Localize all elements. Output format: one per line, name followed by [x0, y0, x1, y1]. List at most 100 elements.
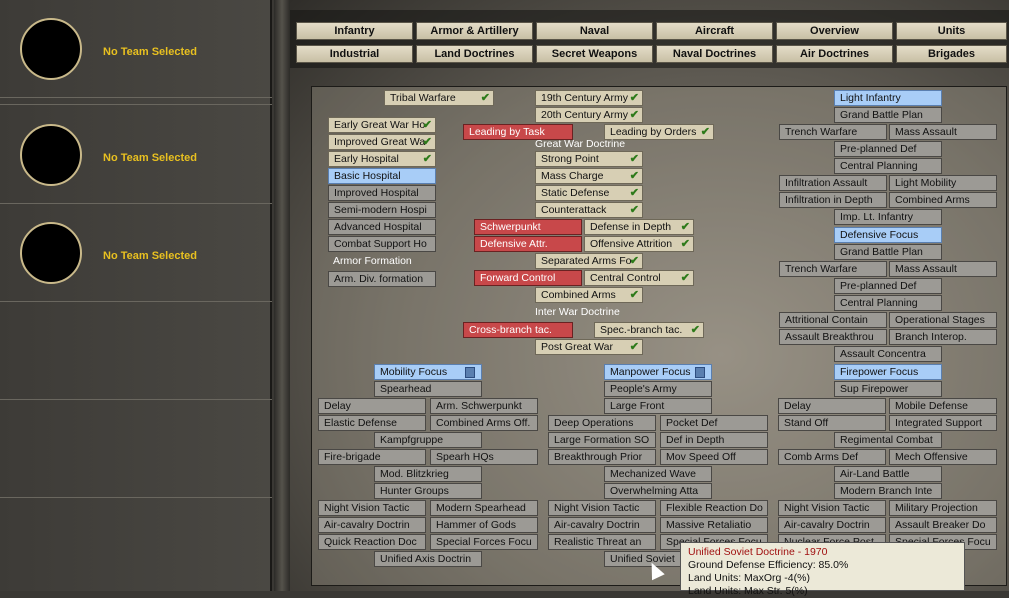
- tech-node-breakthrough[interactable]: Breakthrough Prior: [548, 449, 656, 465]
- tech-node-preplanned1[interactable]: Pre-planned Def: [834, 141, 942, 157]
- tech-node-overwhelm[interactable]: Overwhelming Atta: [604, 483, 712, 499]
- tech-node-fire-brigade[interactable]: Fire-brigade: [318, 449, 426, 465]
- tech-node-assault-break[interactable]: Assault Breakthrou: [779, 329, 887, 345]
- tech-node-mod-spear[interactable]: Modern Spearhead: [430, 500, 538, 516]
- tech-node-sf-focus1[interactable]: Special Forces Focu: [430, 534, 538, 550]
- tab-secret-weapons[interactable]: Secret Weapons: [536, 45, 653, 63]
- tech-node-mod-blitz[interactable]: Mod. Blitzkrieg: [374, 466, 482, 482]
- tab-brigades[interactable]: Brigades: [896, 45, 1007, 63]
- tab-armor-artillery[interactable]: Armor & Artillery: [416, 22, 533, 40]
- tech-node-mass-assault2[interactable]: Mass Assault: [889, 261, 997, 277]
- tech-node-c20[interactable]: 20th Century Army ✔: [535, 107, 643, 123]
- tab-units[interactable]: Units: [896, 22, 1007, 40]
- tech-node-nv-tactic1[interactable]: Night Vision Tactic: [318, 500, 426, 516]
- tech-node-central-ctrl[interactable]: Central Control ✔: [584, 270, 694, 286]
- tech-node-hammer[interactable]: Hammer of Gods: [430, 517, 538, 533]
- tech-node-mass-assault1[interactable]: Mass Assault: [889, 124, 997, 140]
- tech-node-nv-tactic2[interactable]: Night Vision Tactic: [548, 500, 656, 516]
- tech-node-mod-branch[interactable]: Modern Branch Inte: [834, 483, 942, 499]
- tech-node-integ-support[interactable]: Integrated Support: [889, 415, 997, 431]
- tech-node-def-depth2[interactable]: Def in Depth: [660, 432, 768, 448]
- tech-node-deep-ops[interactable]: Deep Operations: [548, 415, 656, 431]
- tech-node-def-depth[interactable]: Defense in Depth ✔: [584, 219, 694, 235]
- tech-node-spearhead[interactable]: Spearhead: [374, 381, 482, 397]
- tech-node-trench1[interactable]: Trench Warfare: [779, 124, 887, 140]
- tech-node-mobility-focus[interactable]: Mobility Focus: [374, 364, 482, 380]
- tab-air-doctrines[interactable]: Air Doctrines: [776, 45, 893, 63]
- tech-node-mass-charge[interactable]: Mass Charge ✔: [535, 168, 643, 184]
- tab-land-doctrines[interactable]: Land Doctrines: [416, 45, 533, 63]
- tech-node-gbp1[interactable]: Grand Battle Plan: [834, 107, 942, 123]
- tech-node-arm-schwer[interactable]: Arm. Schwerpunkt: [430, 398, 538, 414]
- tech-node-kampfgruppe[interactable]: Kampfgruppe: [374, 432, 482, 448]
- tech-node-realistic[interactable]: Realistic Threat an: [548, 534, 656, 550]
- tech-node-manpower-focus[interactable]: Manpower Focus: [604, 364, 712, 380]
- tech-node-firepower-focus[interactable]: Firepower Focus: [834, 364, 942, 380]
- tech-node-delay2[interactable]: Delay: [778, 398, 886, 414]
- tech-node-mech-off[interactable]: Mech Offensive: [889, 449, 997, 465]
- tech-node-massive-ret[interactable]: Massive Retaliatio: [660, 517, 768, 533]
- tech-node-strong-point[interactable]: Strong Point ✔: [535, 151, 643, 167]
- tab-aircraft[interactable]: Aircraft: [656, 22, 773, 40]
- tech-node-peoples-army[interactable]: People's Army: [604, 381, 712, 397]
- tech-node-assault-breaker[interactable]: Assault Breaker Do: [889, 517, 997, 533]
- tech-node-stand-off[interactable]: Stand Off: [778, 415, 886, 431]
- tab-overview[interactable]: Overview: [776, 22, 893, 40]
- tech-node-improved-hosp[interactable]: Improved Hospital: [328, 185, 436, 201]
- tech-node-combined-arms2[interactable]: Combined Arms: [889, 192, 997, 208]
- tech-node-early-hosp[interactable]: Early Hospital ✔: [328, 151, 436, 167]
- tech-node-light-mob[interactable]: Light Mobility: [889, 175, 997, 191]
- tech-node-attr-contain[interactable]: Attritional Contain: [779, 312, 887, 328]
- tech-node-delay1[interactable]: Delay: [318, 398, 426, 414]
- tech-node-comb-arms-def[interactable]: Comb Arms Def: [778, 449, 886, 465]
- tech-node-adv-hosp[interactable]: Advanced Hospital: [328, 219, 436, 235]
- tech-node-nv-tactic3[interactable]: Night Vision Tactic: [778, 500, 886, 516]
- tech-node-imp-lt-inf[interactable]: Imp. Lt. Infantry: [834, 209, 942, 225]
- tech-node-basic-hosp[interactable]: Basic Hospital: [328, 168, 436, 184]
- tech-node-pocket-def[interactable]: Pocket Def: [660, 415, 768, 431]
- tab-infantry[interactable]: Infantry: [296, 22, 413, 40]
- tech-node-preplanned2[interactable]: Pre-planned Def: [834, 278, 942, 294]
- tech-node-tribal[interactable]: Tribal Warfare ✔: [384, 90, 494, 106]
- tech-node-mil-proj[interactable]: Military Projection: [889, 500, 997, 516]
- tech-node-regimental[interactable]: Regimental Combat: [834, 432, 942, 448]
- tech-node-large-front[interactable]: Large Front: [604, 398, 712, 414]
- tech-node-def-focus[interactable]: Defensive Focus: [834, 227, 942, 243]
- tech-node-comb-arms-off[interactable]: Combined Arms Off.: [430, 415, 538, 431]
- tech-node-post-gw[interactable]: Post Great War ✔: [535, 339, 643, 355]
- tech-node-combined-arms[interactable]: Combined Arms ✔: [535, 287, 643, 303]
- tech-node-cross-branch[interactable]: Cross-branch tac.: [463, 322, 573, 338]
- tech-node-mech-wave[interactable]: Mechanized Wave: [604, 466, 712, 482]
- tech-node-off-attr[interactable]: Offensive Attrition ✔: [584, 236, 694, 252]
- tech-node-flex-react[interactable]: Flexible Reaction Do: [660, 500, 768, 516]
- tech-node-unified-axis[interactable]: Unified Axis Doctrin: [374, 551, 482, 567]
- tech-node-assault-conc[interactable]: Assault Concentra: [834, 346, 942, 362]
- tech-node-elastic-def[interactable]: Elastic Defense: [318, 415, 426, 431]
- tech-node-schwerpunkt[interactable]: Schwerpunkt: [474, 219, 582, 235]
- tech-node-trench2[interactable]: Trench Warfare: [779, 261, 887, 277]
- tech-node-sup-fire[interactable]: Sup Firepower: [834, 381, 942, 397]
- tech-node-quick-react[interactable]: Quick Reaction Doc: [318, 534, 426, 550]
- tech-node-mov-speed[interactable]: Mov Speed Off: [660, 449, 768, 465]
- tech-node-aircav2[interactable]: Air-cavalry Doctrin: [548, 517, 656, 533]
- team-slot-2[interactable]: No Team Selected: [0, 106, 272, 204]
- tech-node-arm-div[interactable]: Arm. Div. formation: [328, 271, 436, 287]
- tech-node-aircav1[interactable]: Air-cavalry Doctrin: [318, 517, 426, 533]
- tech-node-central-plan2[interactable]: Central Planning: [834, 295, 942, 311]
- tab-naval[interactable]: Naval: [536, 22, 653, 40]
- tech-node-hunter[interactable]: Hunter Groups: [374, 483, 482, 499]
- tech-node-spearh-hq[interactable]: Spearh HQs: [430, 449, 538, 465]
- tech-node-branch-interop[interactable]: Branch Interop.: [889, 329, 997, 345]
- tab-industrial[interactable]: Industrial: [296, 45, 413, 63]
- tech-node-counterattack[interactable]: Counterattack ✔: [535, 202, 643, 218]
- tech-node-mobile-def[interactable]: Mobile Defense: [889, 398, 997, 414]
- tech-node-infil-depth[interactable]: Infiltration in Depth: [779, 192, 887, 208]
- tech-node-improved-gw[interactable]: Improved Great Wa ✔: [328, 134, 436, 150]
- tech-node-def-attr[interactable]: Defensive Attr.: [474, 236, 582, 252]
- tech-node-infil-assault[interactable]: Infiltration Assault: [779, 175, 887, 191]
- tech-node-op-stages[interactable]: Operational Stages: [889, 312, 997, 328]
- tech-node-large-form[interactable]: Large Formation SO: [548, 432, 656, 448]
- tech-node-fwd-ctrl[interactable]: Forward Control: [474, 270, 582, 286]
- tech-node-light-inf[interactable]: Light Infantry: [834, 90, 942, 106]
- tech-node-air-land[interactable]: Air-Land Battle: [834, 466, 942, 482]
